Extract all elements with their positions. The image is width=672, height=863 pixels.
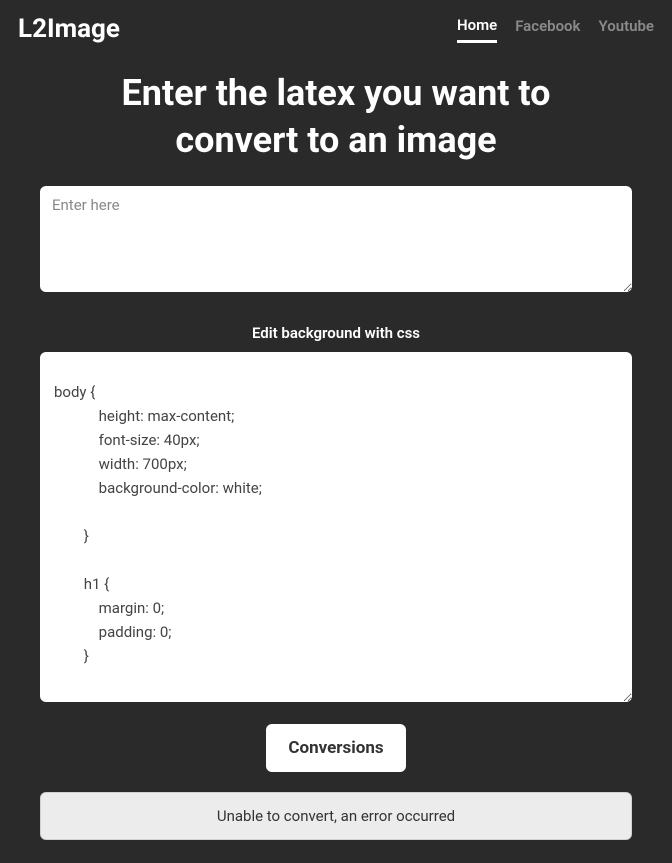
main-content: Enter the latex you want to convert to a… <box>0 58 672 840</box>
nav-facebook[interactable]: Facebook <box>515 17 580 41</box>
nav: Home Facebook Youtube <box>457 16 654 43</box>
convert-button[interactable]: Conversions <box>266 724 405 772</box>
nav-home[interactable]: Home <box>457 16 497 43</box>
page-title: Enter the latex you want to convert to a… <box>56 70 616 164</box>
header: L2Image Home Facebook Youtube <box>0 0 672 58</box>
nav-youtube[interactable]: Youtube <box>598 17 654 41</box>
css-label: Edit background with css <box>252 324 420 342</box>
app-logo: L2Image <box>18 14 120 44</box>
css-input[interactable] <box>40 352 632 702</box>
error-message: Unable to convert, an error occurred <box>40 792 632 840</box>
latex-input[interactable] <box>40 186 632 292</box>
